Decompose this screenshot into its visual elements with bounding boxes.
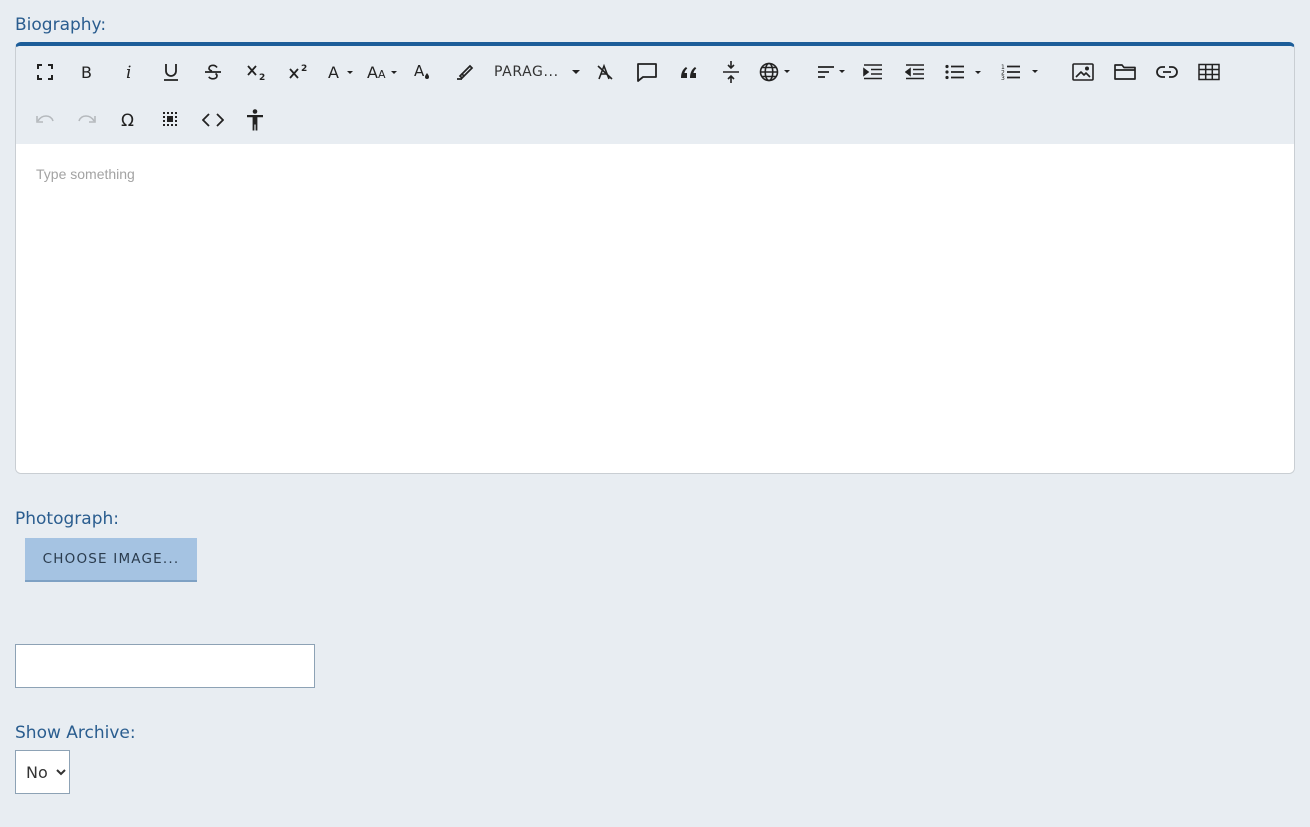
clear-format-icon[interactable] xyxy=(592,56,618,88)
fullsize-icon[interactable] xyxy=(32,56,58,88)
text-color-icon[interactable]: A xyxy=(410,56,436,88)
indent-icon[interactable] xyxy=(860,56,886,88)
folder-icon[interactable] xyxy=(1112,56,1138,88)
select-all-icon[interactable] xyxy=(158,104,184,136)
show-archive-label: Show Archive: xyxy=(15,723,136,743)
svg-text:3: 3 xyxy=(1001,75,1005,81)
bold-icon[interactable]: B xyxy=(74,56,100,88)
svg-text:Ω: Ω xyxy=(121,111,134,129)
biography-label: Biography: xyxy=(15,15,107,35)
italic-icon[interactable]: i xyxy=(116,56,142,88)
paragraph-label: PARAG... xyxy=(494,64,559,80)
subscript-icon[interactable]: 2 xyxy=(242,56,272,88)
show-archive-select[interactable]: No xyxy=(15,750,70,794)
underline-icon[interactable] xyxy=(158,56,184,88)
editor-placeholder: Type something xyxy=(36,166,135,182)
svg-text:2: 2 xyxy=(301,64,307,74)
editor-content-area[interactable]: Type something xyxy=(16,144,1294,473)
svg-text:A: A xyxy=(414,62,425,80)
text-field[interactable] xyxy=(15,644,315,688)
globe-icon[interactable] xyxy=(758,56,794,88)
redo-icon[interactable] xyxy=(74,104,100,136)
highlight-icon[interactable] xyxy=(452,56,478,88)
special-char-icon[interactable]: Ω xyxy=(116,104,142,136)
unordered-list-icon[interactable] xyxy=(944,56,986,88)
svg-text:A: A xyxy=(328,63,339,81)
photograph-label: Photograph: xyxy=(15,509,119,529)
image-icon[interactable] xyxy=(1070,56,1096,88)
strikethrough-icon[interactable] xyxy=(200,56,226,88)
svg-text:A: A xyxy=(378,68,386,81)
svg-text:i: i xyxy=(126,63,131,81)
link-icon[interactable] xyxy=(1154,56,1180,88)
source-code-icon[interactable] xyxy=(200,104,226,136)
font-icon[interactable]: A xyxy=(326,56,358,88)
comment-icon[interactable] xyxy=(634,56,660,88)
align-icon[interactable] xyxy=(816,56,850,88)
horizontal-rule-icon[interactable] xyxy=(718,56,744,88)
font-size-icon[interactable]: A A xyxy=(366,56,402,88)
accessibility-icon[interactable] xyxy=(242,104,268,136)
ordered-list-icon[interactable]: 1 2 3 xyxy=(1000,56,1042,88)
rich-text-editor: B i 2 2 A A A A PARAG... 1 2 3 Ω Type so… xyxy=(15,42,1295,474)
editor-toolbar: B i 2 2 A A A A PARAG... 1 2 3 Ω xyxy=(16,46,1294,144)
choose-image-button[interactable]: CHOOSE IMAGE... xyxy=(25,538,197,582)
svg-text:2: 2 xyxy=(259,73,265,81)
table-icon[interactable] xyxy=(1196,56,1222,88)
undo-icon[interactable] xyxy=(32,104,58,136)
svg-text:B: B xyxy=(81,63,92,81)
superscript-icon[interactable]: 2 xyxy=(284,56,314,88)
outdent-icon[interactable] xyxy=(902,56,928,88)
chevron-down-icon[interactable] xyxy=(570,56,582,88)
svg-text:A: A xyxy=(367,63,378,81)
blockquote-icon[interactable] xyxy=(676,56,702,88)
